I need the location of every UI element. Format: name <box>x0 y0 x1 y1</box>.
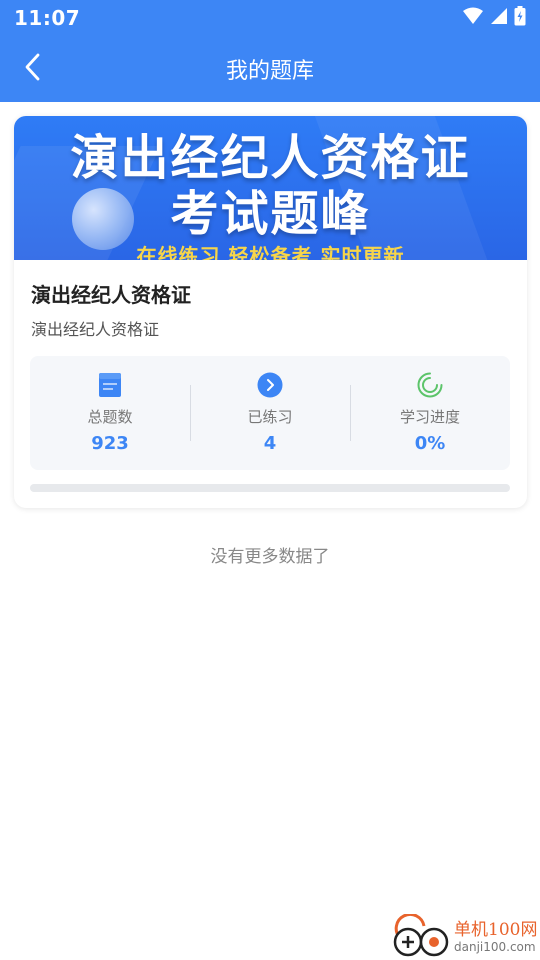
stat-progress: 学习进度 0% <box>350 356 510 470</box>
banner-slogan: 在线练习 轻松备考 实时更新 <box>136 244 405 260</box>
back-button[interactable] <box>12 47 52 91</box>
page-title: 我的题库 <box>225 59 314 84</box>
stat-practiced: 已练习 4 <box>190 356 350 470</box>
watermark: 单机100网 danji100.com <box>390 912 540 960</box>
banner-title-line2: 考试题峰 <box>170 186 371 242</box>
watermark-url: danji100.com <box>454 939 536 954</box>
wifi-icon <box>462 7 484 29</box>
book-icon <box>97 372 123 398</box>
progress-ring-icon <box>417 372 443 398</box>
stat-label: 已练习 <box>247 408 293 426</box>
chevron-left-icon <box>24 53 40 85</box>
status-bar: 11:07 <box>0 0 540 36</box>
signal-icon <box>490 7 508 29</box>
no-more-data-text: 没有更多数据了 <box>210 547 330 567</box>
arrow-circle-icon <box>257 372 283 398</box>
stats-panel: 总题数 923 已练习 4 学习进度 0% <box>30 356 510 470</box>
battery-charging-icon <box>514 6 526 30</box>
stat-value: 923 <box>91 433 129 454</box>
stat-label: 学习进度 <box>399 408 460 426</box>
stat-value: 0% <box>414 433 446 454</box>
watermark-text: 单机100网 danji100.com <box>454 920 537 955</box>
nav-bar: 我的题库 <box>0 36 540 102</box>
status-icons <box>462 6 526 30</box>
watermark-cn: 单机100网 <box>454 919 538 940</box>
watermark-logo-icon <box>390 912 452 960</box>
progress-bar <box>30 484 510 492</box>
question-bank-card[interactable]: 演出经纪人资格证 考试题峰 在线练习 轻松备考 实时更新 演出经纪人资格证 演出… <box>14 116 527 508</box>
stat-total-questions: 总题数 923 <box>30 356 190 470</box>
bank-subtitle: 演出经纪人资格证 <box>31 320 160 339</box>
stat-label: 总题数 <box>87 408 133 426</box>
app-header: 11:07 我的题库 <box>0 0 540 102</box>
card-banner: 演出经纪人资格证 考试题峰 在线练习 轻松备考 实时更新 <box>14 116 527 260</box>
status-time: 11:07 <box>14 6 81 30</box>
bank-title: 演出经纪人资格证 <box>31 283 191 307</box>
stat-value: 4 <box>263 433 277 454</box>
